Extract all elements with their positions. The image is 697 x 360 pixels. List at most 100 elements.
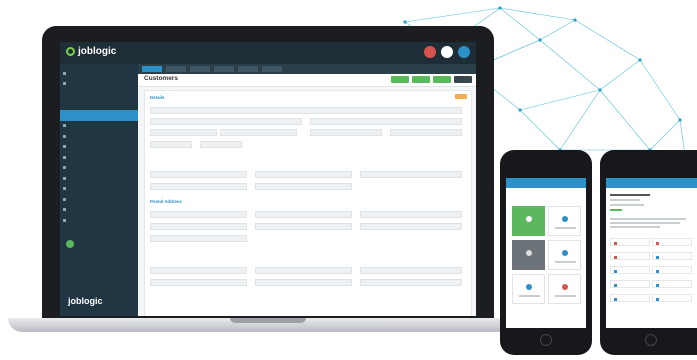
toolbar [138, 64, 476, 74]
sidebar-subitem-active[interactable] [60, 110, 138, 121]
sidebar: joblogic [60, 64, 138, 316]
form-field[interactable] [150, 211, 247, 218]
form-field[interactable] [255, 267, 352, 274]
bell-icon[interactable] [424, 46, 436, 58]
sidebar-item[interactable] [60, 131, 138, 142]
menu-icon [63, 208, 66, 211]
action-icon [614, 297, 617, 301]
action-icon [614, 269, 617, 273]
tile-icon [526, 250, 532, 256]
action-icon [656, 255, 659, 259]
form-field[interactable] [150, 118, 302, 125]
form-field[interactable] [150, 183, 247, 190]
dashboard-tile[interactable] [548, 240, 581, 270]
dashboard-tile[interactable] [548, 274, 581, 304]
user-avatar-icon[interactable] [458, 46, 470, 58]
sidebar-logo: joblogic [68, 296, 103, 306]
form-field[interactable] [310, 129, 382, 136]
toolbar-tab[interactable] [166, 66, 186, 72]
form-field[interactable] [150, 235, 247, 242]
menu-icon [63, 218, 66, 222]
job-note-line [610, 218, 686, 220]
sidebar-item[interactable] [60, 215, 138, 226]
sidebar-item[interactable] [60, 79, 138, 90]
app-logo[interactable]: joblogic [66, 46, 116, 57]
tile-icon [562, 250, 568, 256]
form-field[interactable] [360, 211, 462, 218]
logo-text: joblogic [78, 46, 117, 57]
sidebar-item[interactable] [60, 205, 138, 216]
form-field[interactable] [150, 171, 247, 178]
form-field[interactable] [390, 129, 462, 136]
toolbar-tab[interactable] [238, 66, 258, 72]
action-button[interactable] [454, 76, 472, 83]
form-field[interactable] [255, 171, 352, 178]
job-action-row[interactable] [610, 238, 650, 246]
dashboard-tile[interactable] [512, 206, 545, 236]
sidebar-subitem[interactable] [60, 100, 138, 111]
chat-indicator[interactable] [66, 240, 77, 248]
sidebar-item[interactable] [60, 68, 138, 79]
sidebar-item[interactable] [60, 121, 138, 132]
job-action-row[interactable] [652, 252, 692, 260]
sidebar-subitem[interactable] [60, 89, 138, 100]
form-field[interactable] [150, 107, 462, 114]
form-field[interactable] [150, 129, 217, 136]
sidebar-item[interactable] [60, 152, 138, 163]
menu-icon [63, 176, 66, 180]
job-action-row[interactable] [610, 252, 650, 260]
form-field[interactable] [255, 183, 352, 190]
form-field[interactable] [150, 267, 247, 274]
logo-icon [66, 47, 75, 56]
toolbar-tab-active[interactable] [142, 66, 162, 72]
page-title: Customers [144, 75, 178, 82]
job-action-row[interactable] [652, 280, 692, 288]
toolbar-tab[interactable] [262, 66, 282, 72]
action-icon [614, 255, 617, 259]
form-field[interactable] [150, 223, 247, 230]
form-field[interactable] [360, 223, 462, 230]
form-field[interactable] [360, 279, 462, 286]
form-field[interactable] [220, 129, 297, 136]
action-button[interactable] [391, 76, 409, 83]
form-field[interactable] [200, 141, 242, 148]
form-field[interactable] [150, 141, 192, 148]
job-action-row[interactable] [652, 294, 692, 302]
toolbar-tab[interactable] [214, 66, 234, 72]
form-field[interactable] [255, 279, 352, 286]
menu-icon [63, 124, 66, 127]
menu-icon [63, 145, 66, 148]
form-field[interactable] [150, 279, 247, 286]
job-detail-line [610, 204, 644, 206]
sidebar-item[interactable] [60, 184, 138, 195]
save-button[interactable] [455, 94, 467, 99]
dashboard-tile[interactable] [512, 274, 545, 304]
form-field[interactable] [360, 267, 462, 274]
tile-icon [562, 284, 568, 290]
sidebar-item[interactable] [60, 173, 138, 184]
dashboard-tile[interactable] [512, 240, 545, 270]
job-action-row[interactable] [652, 266, 692, 274]
home-button[interactable] [645, 334, 657, 346]
toolbar-tab[interactable] [190, 66, 210, 72]
action-icon [614, 241, 617, 245]
help-icon[interactable] [441, 46, 453, 58]
tile-label [555, 227, 576, 229]
job-action-row[interactable] [610, 266, 650, 274]
form-field[interactable] [255, 211, 352, 218]
job-action-row[interactable] [610, 294, 650, 302]
sidebar-item[interactable] [60, 142, 138, 153]
action-button[interactable] [433, 76, 451, 83]
home-button[interactable] [540, 334, 552, 346]
sidebar-item[interactable] [60, 163, 138, 174]
form-field[interactable] [360, 171, 462, 178]
form-field[interactable] [310, 118, 462, 125]
app-header: joblogic [60, 42, 476, 64]
form-field[interactable] [255, 223, 352, 230]
job-title-line [610, 194, 650, 196]
job-action-row[interactable] [652, 238, 692, 246]
job-action-row[interactable] [610, 280, 650, 288]
action-button[interactable] [412, 76, 430, 83]
sidebar-item[interactable] [60, 194, 138, 205]
dashboard-tile[interactable] [548, 206, 581, 236]
